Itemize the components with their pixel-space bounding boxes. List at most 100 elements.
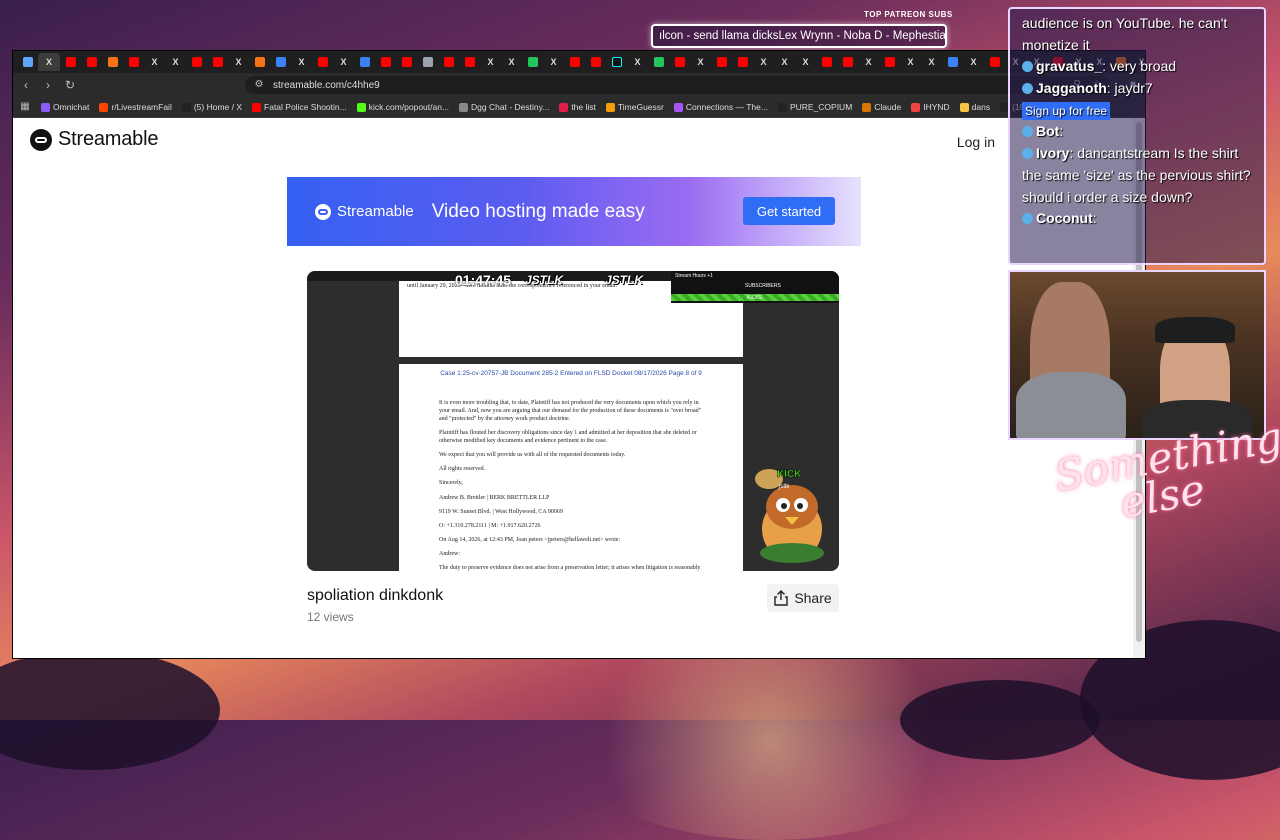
- browser-tab[interactable]: [396, 53, 417, 71]
- channel-tag: JSTLK: [605, 273, 644, 287]
- browser-tab[interactable]: [249, 53, 270, 71]
- browser-tab[interactable]: [417, 53, 438, 71]
- browser-tab[interactable]: X: [165, 53, 186, 71]
- browser-tab[interactable]: X: [144, 53, 165, 71]
- bookmark-label: the list: [571, 102, 596, 112]
- video-player[interactable]: until January 29, 2025—two months after …: [307, 271, 839, 571]
- browser-tab[interactable]: [732, 53, 753, 71]
- bookmark-label: PURE_COPIUM: [789, 102, 853, 112]
- chat-text: : very broad: [1102, 58, 1177, 75]
- bookmark-label: Dgg Chat - Destiny...: [471, 102, 550, 112]
- tab-favicon-icon: [947, 57, 958, 67]
- apps-icon[interactable]: ▦: [19, 101, 31, 113]
- forward-icon[interactable]: ›: [41, 78, 55, 92]
- browser-tab[interactable]: X: [690, 53, 711, 71]
- signup-button[interactable]: Sign up for free: [1022, 101, 1111, 121]
- browser-tab[interactable]: X: [963, 53, 984, 71]
- browser-tab[interactable]: [375, 53, 396, 71]
- browser-tab[interactable]: [102, 53, 123, 71]
- patreon-label: TOP PATREON SUBS: [864, 10, 953, 19]
- login-link[interactable]: Log in: [957, 134, 995, 150]
- streamable-logo[interactable]: Streamable: [30, 128, 158, 151]
- kick-username: jstlk: [778, 484, 790, 490]
- browser-tab[interactable]: X: [543, 53, 564, 71]
- browser-tab[interactable]: [648, 53, 669, 71]
- bookmark-item[interactable]: IHYND: [911, 102, 950, 112]
- browser-tab[interactable]: [816, 53, 837, 71]
- browser-tab[interactable]: X: [228, 53, 249, 71]
- browser-tab[interactable]: [669, 53, 690, 71]
- browser-tab[interactable]: [711, 53, 732, 71]
- browser-tab[interactable]: [942, 53, 963, 71]
- bookmark-item[interactable]: Omnichat: [41, 102, 89, 112]
- browser-tab[interactable]: X: [501, 53, 522, 71]
- browser-tab[interactable]: [585, 53, 606, 71]
- bookmark-item[interactable]: Fatal Police Shootin...: [252, 102, 347, 112]
- browser-tab[interactable]: [984, 53, 1005, 71]
- browser-tab[interactable]: [522, 53, 543, 71]
- browser-tab[interactable]: X: [753, 53, 774, 71]
- browser-tab[interactable]: X: [858, 53, 879, 71]
- bookmark-item[interactable]: r/LivestreamFail: [99, 102, 172, 112]
- bookmark-item[interactable]: Dgg Chat - Destiny...: [459, 102, 549, 112]
- stream-stats-widget: Stream Hours +1 SUBSCRIBERS KICKS: [671, 271, 839, 303]
- browser-tab[interactable]: [270, 53, 291, 71]
- bookmark-item[interactable]: PURE_COPIUM: [777, 102, 853, 112]
- bookmark-item[interactable]: (5) Home / X: [181, 102, 242, 112]
- browser-tab[interactable]: [17, 53, 38, 71]
- banner-logo: Streamable: [315, 203, 414, 220]
- tab-favicon-icon: [107, 57, 118, 67]
- bookmarks-bar: ▦ Omnichat r/LivestreamFail (5) Home / X Fa…: [13, 97, 1145, 118]
- browser-tab[interactable]: X: [921, 53, 942, 71]
- tab-favicon-icon: [401, 57, 412, 67]
- browser-tab[interactable]: X: [291, 53, 312, 71]
- browser-tab[interactable]: [186, 53, 207, 71]
- bookmark-favicon-icon: [777, 102, 787, 112]
- browser-tab[interactable]: [81, 53, 102, 71]
- browser-tab[interactable]: [354, 53, 375, 71]
- browser-tab[interactable]: [438, 53, 459, 71]
- browser-tab[interactable]: X: [900, 53, 921, 71]
- bookmark-item[interactable]: dans: [959, 102, 990, 112]
- tab-favicon-icon: [653, 57, 664, 67]
- chat-message: Bot:: [1022, 121, 1252, 143]
- browser-tab[interactable]: [207, 53, 228, 71]
- browser-tab[interactable]: X: [795, 53, 816, 71]
- bookmark-item[interactable]: Claude: [862, 102, 901, 112]
- chat-message: audience is on YouTube. he can't monetiz…: [1022, 13, 1252, 56]
- kicks-progress-bar: KICKS: [671, 294, 839, 301]
- browser-tab[interactable]: X: [774, 53, 795, 71]
- bookmark-item[interactable]: kick.com/popout/an...: [356, 102, 449, 112]
- share-button[interactable]: Share: [767, 584, 839, 612]
- promo-banner[interactable]: Streamable Video hosting made easy Get s…: [287, 177, 861, 246]
- browser-tab[interactable]: X: [333, 53, 354, 71]
- browser-tab[interactable]: X: [480, 53, 501, 71]
- browser-tab[interactable]: X: [38, 53, 60, 71]
- chat-text: : jaydr7: [1106, 80, 1153, 97]
- chat-username: Jagganoth: [1036, 80, 1107, 97]
- get-started-button[interactable]: Get started: [743, 197, 835, 225]
- browser-tab[interactable]: [879, 53, 900, 71]
- browser-tab[interactable]: [312, 53, 333, 71]
- tab-favicon-icon: [254, 57, 265, 67]
- bookmark-item[interactable]: TimeGuessr: [605, 102, 664, 112]
- url-text: streamable.com/c4hhe9: [273, 79, 380, 91]
- tab-favicon-icon: X: [508, 57, 515, 67]
- site-info-icon[interactable]: ⚙: [253, 79, 265, 91]
- document-text: until January 29, 2025—two months after …: [407, 283, 618, 289]
- back-icon[interactable]: ‹: [19, 78, 33, 92]
- bookmark-item[interactable]: Connections — The...: [673, 102, 768, 112]
- browser-tab[interactable]: [837, 53, 858, 71]
- browser-tab[interactable]: [564, 53, 585, 71]
- browser-tab[interactable]: [60, 53, 81, 71]
- reload-icon[interactable]: ↻: [63, 78, 77, 92]
- document-paragraph: Sincerely,: [439, 480, 463, 487]
- browser-tab[interactable]: [123, 53, 144, 71]
- browser-tab[interactable]: X: [627, 53, 648, 71]
- address-bar[interactable]: ⚙ streamable.com/c4hhe9 ⚲ ☆: [245, 76, 1111, 94]
- bookmark-item[interactable]: the list: [559, 102, 596, 112]
- browser-tab[interactable]: [606, 53, 627, 71]
- streamable-logo-icon: [30, 128, 52, 151]
- browser-tab[interactable]: [459, 53, 480, 71]
- bookmark-label: Claude: [874, 102, 902, 112]
